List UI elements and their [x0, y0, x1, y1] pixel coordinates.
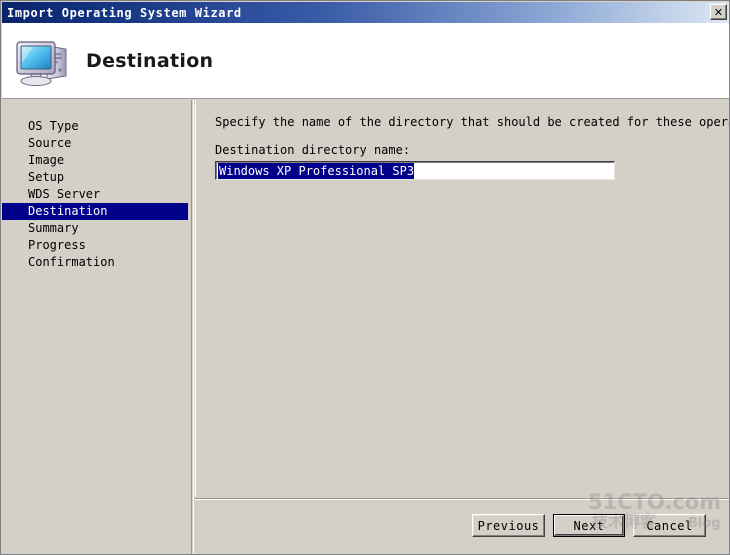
wizard-window: Import Operating System Wizard ✕ Destina… [0, 0, 730, 555]
next-button[interactable]: Next [553, 514, 625, 537]
cancel-button[interactable]: Cancel [633, 514, 706, 537]
sidebar-item-image[interactable]: Image [2, 152, 191, 169]
sidebar-item-progress[interactable]: Progress [2, 237, 191, 254]
window-title: Import Operating System Wizard [7, 5, 242, 20]
sidebar-item-wds-server[interactable]: WDS Server [2, 186, 191, 203]
steps-list: OS Type Source Image Setup WDS Server De… [2, 100, 192, 554]
instruction-text: Specify the name of the directory that s… [215, 115, 729, 129]
footer-divider [195, 498, 729, 500]
wizard-footer: Previous Next Cancel [2, 502, 729, 554]
steps-sidebar: OS Type Source Image Setup WDS Server De… [2, 100, 194, 554]
sidebar-item-os-type[interactable]: OS Type [2, 118, 191, 135]
wizard-header: Destination [2, 23, 729, 99]
close-icon[interactable]: ✕ [710, 4, 727, 20]
destination-directory-label: Destination directory name: [215, 143, 411, 157]
destination-directory-input[interactable]: Windows XP Professional SP3 [215, 161, 615, 180]
sidebar-item-destination[interactable]: Destination [2, 203, 188, 220]
sidebar-item-setup[interactable]: Setup [2, 169, 191, 186]
previous-button[interactable]: Previous [472, 514, 545, 537]
wizard-body: OS Type Source Image Setup WDS Server De… [2, 100, 729, 554]
destination-directory-value: Windows XP Professional SP3 [218, 162, 415, 179]
page-title: Destination [86, 49, 214, 72]
content-inner: Specify the name of the directory that s… [195, 100, 729, 497]
content-pane: Specify the name of the directory that s… [195, 100, 729, 554]
computer-icon [14, 35, 72, 87]
sidebar-item-source[interactable]: Source [2, 135, 191, 152]
titlebar: Import Operating System Wizard ✕ [2, 2, 729, 23]
sidebar-item-confirmation[interactable]: Confirmation [2, 254, 191, 271]
titlebar-buttons: ✕ [710, 4, 727, 20]
sidebar-item-summary[interactable]: Summary [2, 220, 191, 237]
